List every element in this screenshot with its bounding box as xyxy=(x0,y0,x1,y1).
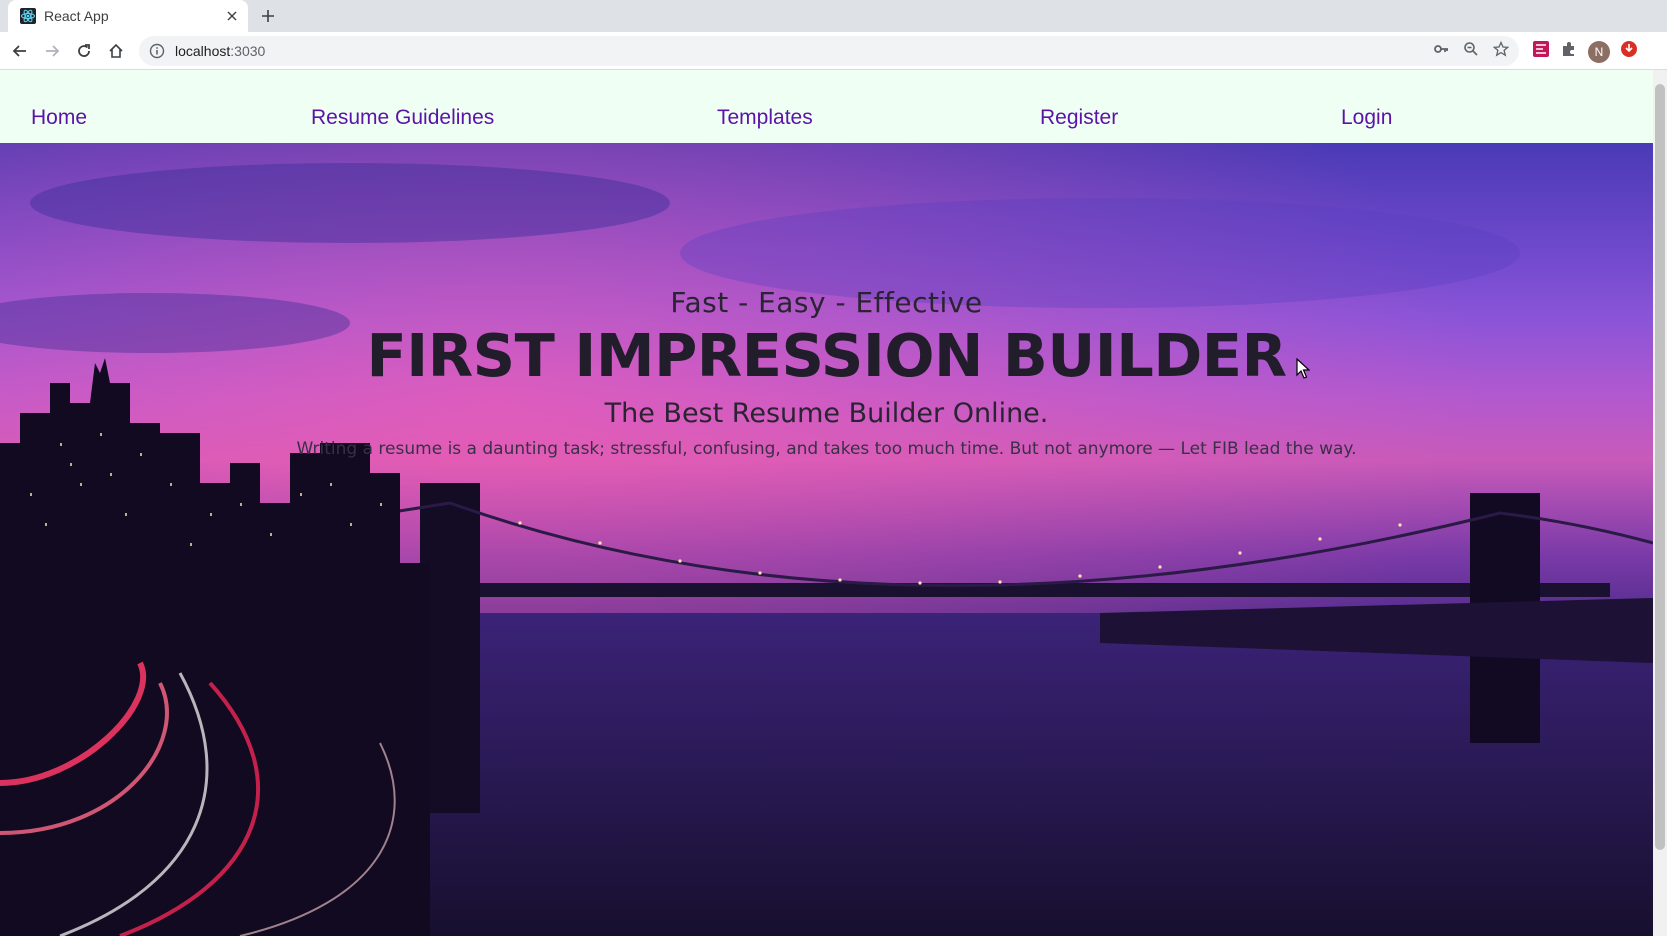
hero-subtitle: The Best Resume Builder Online. xyxy=(604,398,1049,429)
nav-login-link[interactable]: Login xyxy=(1341,106,1392,130)
browser-tab[interactable]: React App xyxy=(8,0,248,32)
address-bar[interactable]: localhost:3030 xyxy=(139,36,1519,66)
page-viewport: Home Resume Guidelines Templates Registe… xyxy=(0,70,1653,936)
hero-tagline: Fast - Easy - Effective xyxy=(670,286,983,319)
browser-toolbar: localhost:3030 N xyxy=(0,32,1667,70)
extensions-puzzle-icon[interactable] xyxy=(1560,40,1578,63)
extension-icon[interactable] xyxy=(1532,40,1550,63)
nav-resume-guidelines-link[interactable]: Resume Guidelines xyxy=(311,106,494,130)
hero-description: Writing a resume is a daunting task; str… xyxy=(296,439,1357,459)
close-tab-icon[interactable] xyxy=(224,8,240,24)
page-scrollbar[interactable] xyxy=(1653,70,1667,936)
hero-section: Fast - Easy - Effective FIRST IMPRESSION… xyxy=(0,143,1653,936)
site-navbar: Home Resume Guidelines Templates Registe… xyxy=(0,70,1653,143)
reload-icon[interactable] xyxy=(73,40,95,62)
url-port: :3030 xyxy=(230,43,266,59)
profile-avatar[interactable]: N xyxy=(1588,40,1610,63)
site-info-icon[interactable] xyxy=(149,43,165,59)
key-icon[interactable] xyxy=(1433,41,1449,62)
bookmark-star-icon[interactable] xyxy=(1492,40,1510,62)
city-bridge-background-image xyxy=(0,143,1653,936)
nav-register-link[interactable]: Register xyxy=(1040,106,1118,130)
url-host: localhost xyxy=(175,43,231,59)
zoom-icon[interactable] xyxy=(1463,41,1479,62)
update-icon[interactable] xyxy=(1620,40,1638,63)
scrollbar-thumb[interactable] xyxy=(1655,84,1665,850)
new-tab-icon[interactable] xyxy=(258,6,278,26)
home-icon[interactable] xyxy=(105,40,127,62)
nav-templates-link[interactable]: Templates xyxy=(717,106,813,130)
browser-tabstrip: React App xyxy=(0,0,1667,32)
mouse-cursor-icon xyxy=(1296,358,1310,379)
hero-title: FIRST IMPRESSION BUILDER xyxy=(366,321,1287,390)
forward-icon[interactable] xyxy=(41,40,63,62)
back-icon[interactable] xyxy=(9,40,31,62)
react-icon xyxy=(20,8,36,24)
tab-title: React App xyxy=(44,8,109,24)
url-text: localhost:3030 xyxy=(175,43,1433,59)
nav-home-link[interactable]: Home xyxy=(31,106,87,130)
